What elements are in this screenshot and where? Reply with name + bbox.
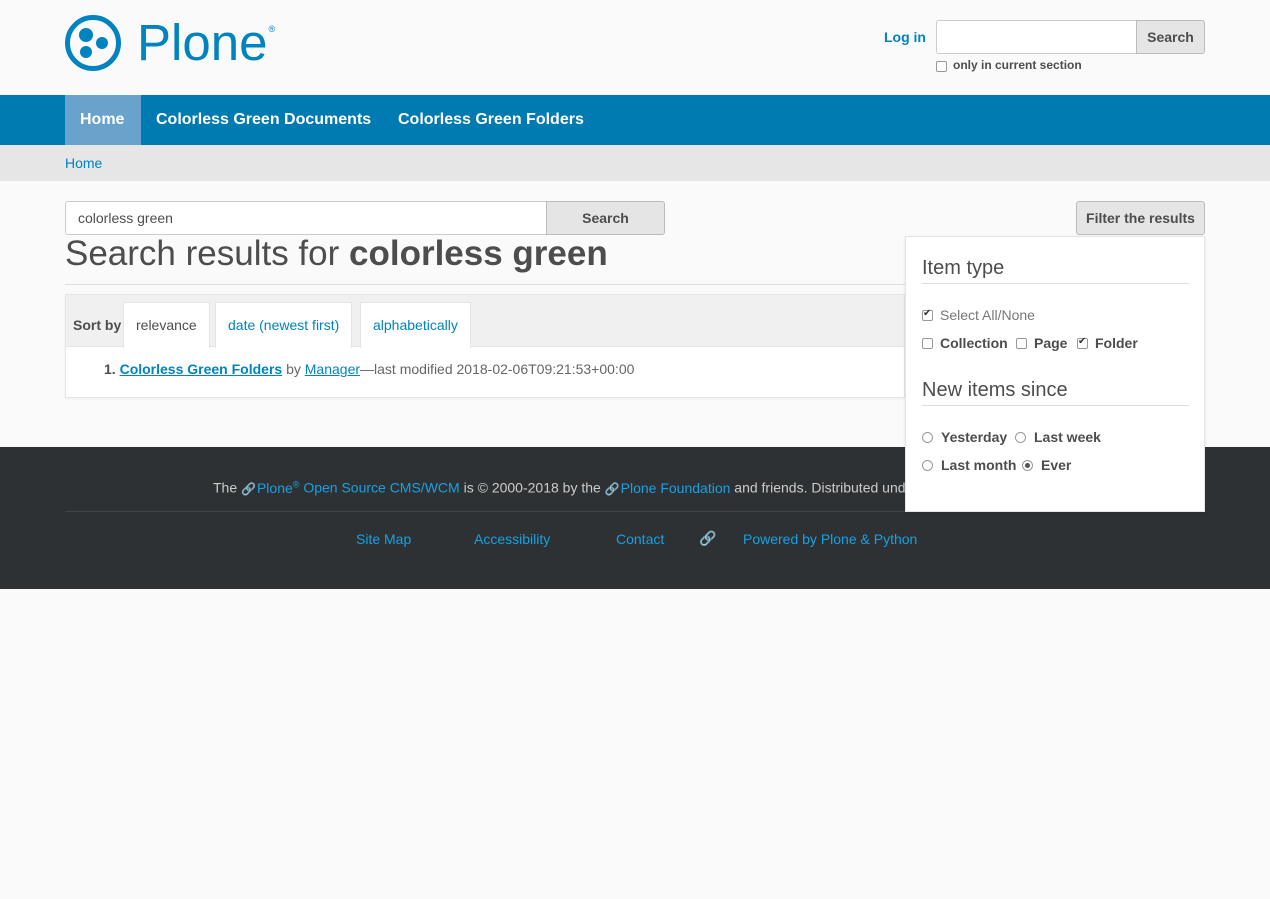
footer-colophon: The 🔗Plone® Open Source CMS/WCM is © 200… — [213, 479, 918, 496]
plone-logo-icon — [65, 15, 121, 71]
since-last-month-label: Last month — [941, 457, 1017, 473]
type-page-checkbox[interactable] — [1016, 337, 1027, 349]
since-ever-radio[interactable] — [1022, 459, 1033, 471]
new-items-since-heading: New items since — [922, 379, 1068, 401]
footer-link-contact[interactable]: Contact — [616, 531, 664, 547]
main-search-form: Search — [65, 201, 665, 235]
search-input[interactable] — [65, 201, 546, 235]
since-yesterday-label: Yesterday — [941, 429, 1008, 445]
footer-copyright: © — [477, 479, 488, 496]
footer-cms-link[interactable]: Open Source CMS/WCM — [303, 480, 459, 496]
type-page-label: Page — [1034, 335, 1068, 351]
since-yesterday-option[interactable]: Yesterday — [922, 429, 1007, 445]
sort-alphabetically[interactable]: alphabetically — [360, 302, 471, 348]
plone-logo[interactable]: Plone ® — [65, 15, 275, 71]
select-all-checkbox[interactable] — [922, 308, 933, 321]
result-title-link[interactable]: Colorless Green Folders — [120, 361, 283, 377]
link-icon: 🔗 — [604, 481, 620, 496]
page-title-query: colorless green — [349, 234, 608, 273]
type-folder-option[interactable]: Folder — [1077, 335, 1138, 351]
since-last-month-option[interactable]: Last month — [922, 457, 1016, 473]
header-search: Search — [936, 20, 1205, 54]
nav-item-home[interactable]: Home — [65, 95, 141, 145]
result-author-link[interactable]: Manager — [305, 361, 360, 377]
type-collection-label: Collection — [940, 335, 1008, 351]
filter-results-button[interactable]: Filter the results — [1076, 201, 1205, 235]
list-item: 1. Colorless Green Folders by Manager—la… — [104, 361, 634, 377]
since-last-week-radio[interactable] — [1015, 431, 1026, 443]
breadcrumb: Home — [0, 145, 1270, 181]
footer-years: 2000-2018 by the — [491, 479, 601, 496]
footer-plone-text: Plone — [256, 479, 293, 496]
footer-plone-link[interactable]: 🔗Plone® — [241, 479, 300, 496]
since-last-week-label: Last week — [1034, 429, 1101, 445]
filter-panel: Item type Select All/None Collection Pag… — [905, 236, 1205, 512]
current-section-checkbox[interactable] — [936, 61, 947, 72]
type-folder-checkbox[interactable] — [1077, 336, 1088, 349]
since-last-week-option[interactable]: Last week — [1015, 429, 1101, 445]
link-icon: 🔗 — [699, 530, 717, 546]
select-all-label: Select All/None — [940, 307, 1035, 323]
type-page-option[interactable]: Page — [1016, 335, 1067, 351]
sort-date[interactable]: date (newest first) — [215, 302, 353, 348]
logo-text: Plone — [137, 14, 268, 71]
footer-the: The — [213, 479, 238, 496]
title-divider — [65, 284, 905, 285]
footer-link-site-map[interactable]: Site Map — [356, 531, 411, 547]
type-folder-label: Folder — [1095, 335, 1138, 351]
result-modified: —last modified 2018-02-06T09:21:53+00:00 — [360, 361, 635, 377]
main-navigation: Home Colorless Green Documents Colorless… — [0, 95, 1270, 145]
item-type-heading: Item type — [922, 257, 1005, 279]
since-ever-option[interactable]: Ever — [1022, 457, 1071, 473]
page-title-prefix: Search results for — [65, 234, 340, 273]
footer-foundation-text: Plone Foundation — [620, 479, 731, 496]
footer-foundation-link[interactable]: 🔗Plone Foundation — [605, 480, 731, 496]
since-last-month-radio[interactable] — [922, 459, 933, 471]
new-items-divider — [922, 405, 1189, 406]
type-collection-checkbox[interactable] — [922, 337, 933, 349]
nav-item-colorless-green-folders[interactable]: Colorless Green Folders — [383, 95, 599, 145]
type-collection-option[interactable]: Collection — [922, 335, 1008, 351]
login-link[interactable]: Log in — [884, 29, 926, 45]
footer-is: is — [463, 479, 474, 496]
item-type-divider — [922, 283, 1189, 284]
result-by: by — [286, 361, 301, 377]
page-title: Search results for colorless green — [65, 233, 608, 275]
breadcrumb-home[interactable]: Home — [65, 155, 102, 171]
search-button[interactable]: Search — [546, 201, 665, 235]
search-results: Sort by relevance date (newest first) al… — [65, 294, 905, 398]
link-icon: 🔗 — [241, 481, 256, 496]
footer-reg: ® — [292, 479, 300, 489]
sort-bar: Sort by relevance date (newest first) al… — [66, 295, 904, 348]
nav-item-colorless-green-documents[interactable]: Colorless Green Documents — [141, 95, 386, 145]
footer-link-accessibility[interactable]: Accessibility — [474, 531, 550, 547]
select-all-option[interactable]: Select All/None — [922, 307, 1035, 323]
sort-label: Sort by — [73, 317, 122, 333]
site-header: Plone ® Log in Search only in current se… — [0, 0, 1270, 95]
since-yesterday-radio[interactable] — [922, 431, 933, 443]
footer-link-powered-by[interactable]: Powered by Plone & Python — [743, 531, 917, 547]
logo-registered-mark: ® — [268, 24, 276, 34]
header-search-input[interactable] — [936, 20, 1136, 54]
current-section-label: only in current section — [953, 58, 1082, 72]
current-section-option[interactable]: only in current section — [936, 58, 1082, 72]
since-ever-label: Ever — [1041, 457, 1072, 473]
result-number: 1. — [104, 361, 116, 377]
footer-rest: and friends. Distributed under — [734, 479, 918, 496]
sort-relevance[interactable]: relevance — [123, 302, 210, 348]
header-search-button[interactable]: Search — [1136, 20, 1205, 54]
